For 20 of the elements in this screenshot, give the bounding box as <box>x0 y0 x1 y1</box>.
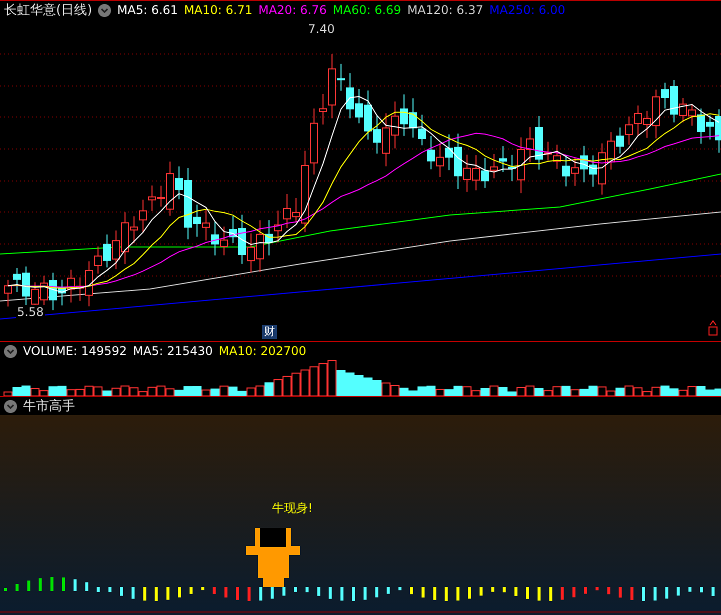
sell-signal-icon <box>708 320 718 336</box>
low-price-label: 5.58 <box>16 305 45 319</box>
indicator-value: MA120: 6.37 <box>407 3 484 17</box>
high-price-label: 7.40 <box>308 22 335 36</box>
indicator-value: MA250: 6.00 <box>489 3 566 17</box>
bull-icon <box>246 528 300 587</box>
indicator-value: MA10: 6.71 <box>184 3 252 17</box>
chevron-icon[interactable] <box>4 344 17 358</box>
bull-signal-label: 牛现身! <box>272 500 313 517</box>
stock-title: 长虹华意(日线) <box>4 2 92 19</box>
chevron-icon[interactable] <box>98 4 112 16</box>
indicator-value: MA5: 215430 <box>132 344 213 358</box>
chevron-icon[interactable] <box>4 400 17 412</box>
indicator-value: MA5: 6.61 <box>117 3 178 17</box>
indicator-value: VOLUME: 149592 <box>23 344 127 358</box>
indicator-value: MA10: 202700 <box>218 344 306 358</box>
indicator-title: 牛市高手 <box>23 398 75 415</box>
indicator-value: MA20: 6.76 <box>258 3 327 17</box>
finance-event-badge[interactable]: 财 <box>262 325 277 339</box>
indicator-value: MA60: 6.69 <box>332 3 402 17</box>
